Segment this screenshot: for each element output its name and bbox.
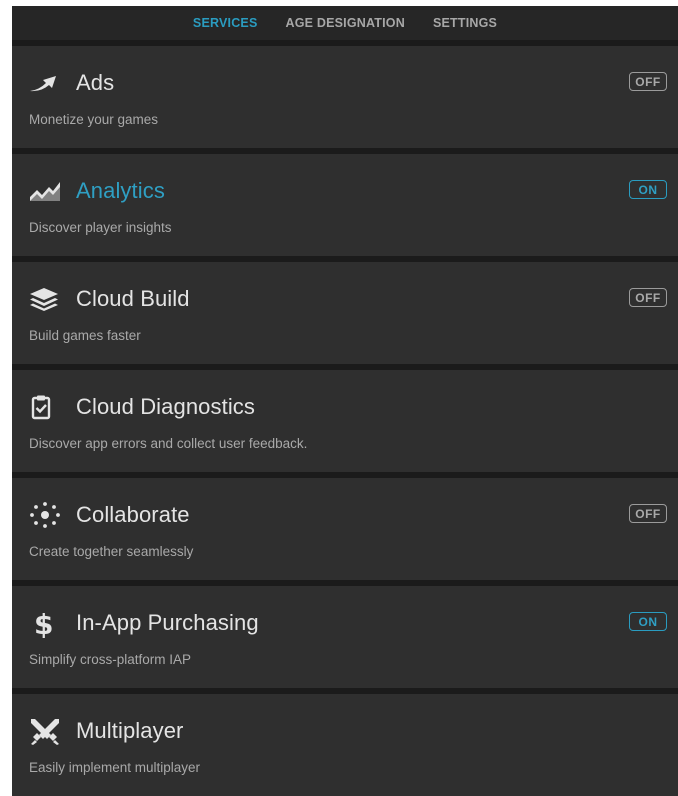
- service-title-row: Analytics: [29, 174, 165, 208]
- analytics-chart-icon: [29, 176, 65, 206]
- service-title: Cloud Build: [76, 286, 190, 311]
- ads-toggle[interactable]: OFF: [629, 72, 667, 91]
- service-card-multiplayer[interactable]: Multiplayer Easily implement multiplayer: [12, 688, 678, 796]
- tab-age-designation[interactable]: AGE DESIGNATION: [272, 16, 419, 30]
- service-title-row: Cloud Build: [29, 282, 190, 316]
- tab-bar: SERVICES AGE DESIGNATION SETTINGS: [12, 6, 678, 40]
- service-title: In-App Purchasing: [76, 610, 259, 635]
- service-description: Easily implement multiplayer: [29, 760, 201, 775]
- service-card-cloud-diagnostics[interactable]: Cloud Diagnostics Discover app errors an…: [12, 364, 678, 472]
- service-title: Analytics: [76, 178, 165, 203]
- service-title: Cloud Diagnostics: [76, 394, 256, 419]
- service-card-ads[interactable]: Ads Monetize your games OFF: [12, 40, 678, 148]
- cloud-build-layers-icon: [29, 284, 65, 314]
- service-title-row: Cloud Diagnostics: [29, 390, 255, 424]
- tab-services[interactable]: SERVICES: [179, 16, 272, 30]
- dollar-icon: $: [29, 608, 65, 638]
- service-description: Discover player insights: [29, 220, 172, 235]
- service-title-row: Collaborate: [29, 498, 190, 532]
- service-card-cloud-build[interactable]: Cloud Build Build games faster OFF: [12, 256, 678, 364]
- svg-text:$: $: [34, 608, 53, 638]
- services-panel: SERVICES AGE DESIGNATION SETTINGS Ads Mo…: [12, 6, 678, 796]
- tab-settings[interactable]: SETTINGS: [419, 16, 511, 30]
- collaborate-toggle[interactable]: OFF: [629, 504, 667, 523]
- service-card-in-app-purchasing[interactable]: $ In-App Purchasing Simplify cross-platf…: [12, 580, 678, 688]
- service-description: Simplify cross-platform IAP: [29, 652, 192, 667]
- ads-arrow-icon: [29, 68, 65, 98]
- service-title-row: $ In-App Purchasing: [29, 606, 259, 640]
- collaborate-network-icon: [29, 500, 65, 530]
- service-title: Collaborate: [76, 502, 190, 527]
- service-card-analytics[interactable]: Analytics Discover player insights ON: [12, 148, 678, 256]
- service-description: Monetize your games: [29, 112, 159, 127]
- service-title: Ads: [76, 70, 115, 95]
- service-title-row: Ads: [29, 66, 114, 100]
- service-card-collaborate[interactable]: Collaborate Create together seamlessly O…: [12, 472, 678, 580]
- clipboard-check-icon: [29, 392, 65, 422]
- cloud-build-toggle[interactable]: OFF: [629, 288, 667, 307]
- service-description: Create together seamlessly: [29, 544, 194, 559]
- multiplayer-swords-icon: [29, 716, 65, 746]
- service-title-row: Multiplayer: [29, 714, 183, 748]
- analytics-toggle[interactable]: ON: [629, 180, 667, 199]
- services-list: Ads Monetize your games OFF Analytics Di…: [12, 40, 678, 796]
- in-app-purchasing-toggle[interactable]: ON: [629, 612, 667, 631]
- service-description: Discover app errors and collect user fee…: [29, 436, 308, 451]
- service-description: Build games faster: [29, 328, 141, 343]
- service-title: Multiplayer: [76, 718, 184, 743]
